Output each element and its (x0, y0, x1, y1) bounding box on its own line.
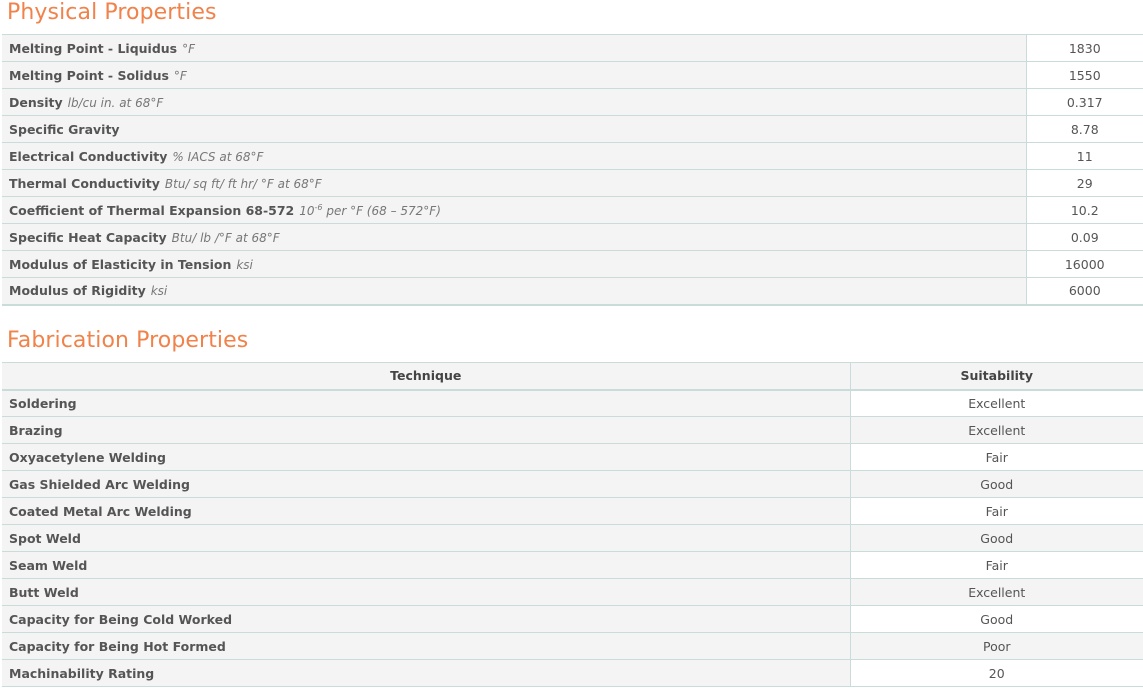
table-row: Capacity for Being Hot Formed Poor (2, 632, 1143, 660)
table-row: Seam Weld Fair (2, 551, 1143, 579)
table-row: Coated Metal Arc Welding Fair (2, 497, 1143, 525)
table-row: Electrical Conductivity % IACS at 68°F 11 (2, 142, 1143, 170)
fabrication-properties-table: Technique Suitability Soldering Excellen… (2, 362, 1143, 687)
table-row: Melting Point - Solidus °F 1550 (2, 61, 1143, 89)
suitability-cell: Good (849, 605, 1143, 633)
table-row: Brazing Excellent (2, 416, 1143, 444)
table-row: Specific Gravity 8.78 (2, 115, 1143, 143)
property-unit: Btu/ sq ft/ ft hr/ °F at 68°F (164, 176, 322, 191)
physical-properties-table: Melting Point - Liquidus °F 1830 Melting … (2, 34, 1143, 306)
table-row: Density lb/cu in. at 68°F 0.317 (2, 88, 1143, 116)
property-name: Density (9, 94, 63, 110)
suitability-cell: Excellent (849, 578, 1143, 606)
property-label: Melting Point - Liquidus °F (2, 34, 1026, 62)
technique-cell: Butt Weld (2, 578, 850, 606)
property-label: Coefficient of Thermal Expansion 68-572 1… (2, 196, 1026, 224)
suitability-cell: Fair (849, 443, 1143, 471)
table-row: Spot Weld Good (2, 524, 1143, 552)
table-row: Thermal Conductivity Btu/ sq ft/ ft hr/ °… (2, 169, 1143, 197)
property-value: 10.2 (1025, 196, 1143, 224)
table-row: Modulus of Elasticity in Tension ksi 1600… (2, 250, 1143, 278)
property-unit: °F (182, 41, 196, 56)
suitability-cell: Good (849, 470, 1143, 498)
property-name: Coefficient of Thermal Expansion 68-572 (9, 202, 295, 218)
property-label: Modulus of Elasticity in Tension ksi (2, 250, 1026, 278)
technique-cell: Capacity for Being Hot Formed (2, 632, 850, 660)
property-value: 1550 (1025, 61, 1143, 89)
table-row: Machinability Rating 20 (2, 659, 1143, 687)
property-name: Specific Gravity (9, 121, 120, 137)
property-label: Thermal Conductivity Btu/ sq ft/ ft hr/ °… (2, 169, 1026, 197)
table-row: Oxyacetylene Welding Fair (2, 443, 1143, 471)
property-name: Thermal Conductivity (9, 175, 160, 191)
property-label: Specific Heat Capacity Btu/ lb /°F at 68°… (2, 223, 1026, 251)
property-unit: ksi (236, 257, 253, 272)
property-unit: ksi (150, 284, 168, 299)
technique-cell: Machinability Rating (2, 659, 850, 687)
property-value: 29 (1025, 169, 1143, 197)
technique-cell: Soldering (2, 389, 850, 417)
fabrication-properties-title: Fabrication Properties (7, 328, 249, 353)
technique-cell: Oxyacetylene Welding (2, 443, 850, 471)
property-name: Modulus of Elasticity in Tension (9, 256, 232, 272)
property-value: 1830 (1025, 34, 1143, 62)
technique-cell: Seam Weld (2, 551, 850, 579)
suitability-cell: Excellent (849, 389, 1143, 417)
property-name: Specific Heat Capacity (9, 229, 167, 245)
suitability-cell: Fair (849, 551, 1143, 579)
property-label: Melting Point - Solidus °F (2, 61, 1026, 89)
table-row: Butt Weld Excellent (2, 578, 1143, 606)
physical-properties-title: Physical Properties (7, 0, 217, 25)
table-row: Modulus of Rigidity ksi 6000 (2, 277, 1143, 306)
technique-cell: Spot Weld (2, 524, 850, 552)
property-name: Electrical Conductivity (9, 148, 168, 164)
table-row: Soldering Excellent (2, 389, 1143, 417)
technique-column-header: Technique (2, 362, 850, 391)
property-label: Electrical Conductivity % IACS at 68°F (2, 142, 1026, 170)
technique-cell: Gas Shielded Arc Welding (2, 470, 850, 498)
technique-cell: Coated Metal Arc Welding (2, 497, 850, 525)
property-value: 16000 (1025, 250, 1143, 278)
suitability-cell: Poor (849, 632, 1143, 660)
property-unit: 10-6 per °F (68 – 572°F) (299, 202, 441, 218)
property-label: Specific Gravity (2, 115, 1026, 143)
property-value: 0.09 (1025, 223, 1143, 251)
property-unit: Btu/ lb /°F at 68°F (171, 230, 280, 245)
property-value: 8.78 (1025, 115, 1143, 143)
suitability-cell: Good (849, 524, 1143, 552)
table-row: Melting Point - Liquidus °F 1830 (2, 34, 1143, 62)
property-unit: °F (173, 68, 187, 83)
property-value: 11 (1025, 142, 1143, 170)
table-row: Capacity for Being Cold Worked Good (2, 605, 1143, 633)
property-unit: lb/cu in. at 68°F (67, 95, 164, 110)
unit-text: per °F (68 – 572°F) (326, 203, 441, 218)
technique-cell: Capacity for Being Cold Worked (2, 605, 850, 633)
suitability-column-header: Suitability (849, 362, 1143, 391)
property-label: Modulus of Rigidity ksi (2, 277, 1026, 306)
suitability-cell: Fair (849, 497, 1143, 525)
table-row: Coefficient of Thermal Expansion 68-572 1… (2, 196, 1143, 224)
table-row: Specific Heat Capacity Btu/ lb /°F at 68°… (2, 223, 1143, 251)
property-unit: % IACS at 68°F (172, 149, 264, 164)
table-header-row: Technique Suitability (2, 362, 1143, 391)
suitability-cell: Excellent (849, 416, 1143, 444)
unit-base: 10 (299, 203, 315, 218)
table-row: Gas Shielded Arc Welding Good (2, 470, 1143, 498)
suitability-cell: 20 (849, 659, 1143, 687)
property-label: Density lb/cu in. at 68°F (2, 88, 1026, 116)
technique-cell: Brazing (2, 416, 850, 444)
property-name: Melting Point - Liquidus (9, 40, 178, 56)
property-name: Melting Point - Solidus (9, 67, 169, 83)
unit-exponent: -6 (314, 202, 323, 212)
property-value: 6000 (1025, 277, 1143, 306)
property-name: Modulus of Rigidity (9, 283, 146, 299)
property-value: 0.317 (1025, 88, 1143, 116)
